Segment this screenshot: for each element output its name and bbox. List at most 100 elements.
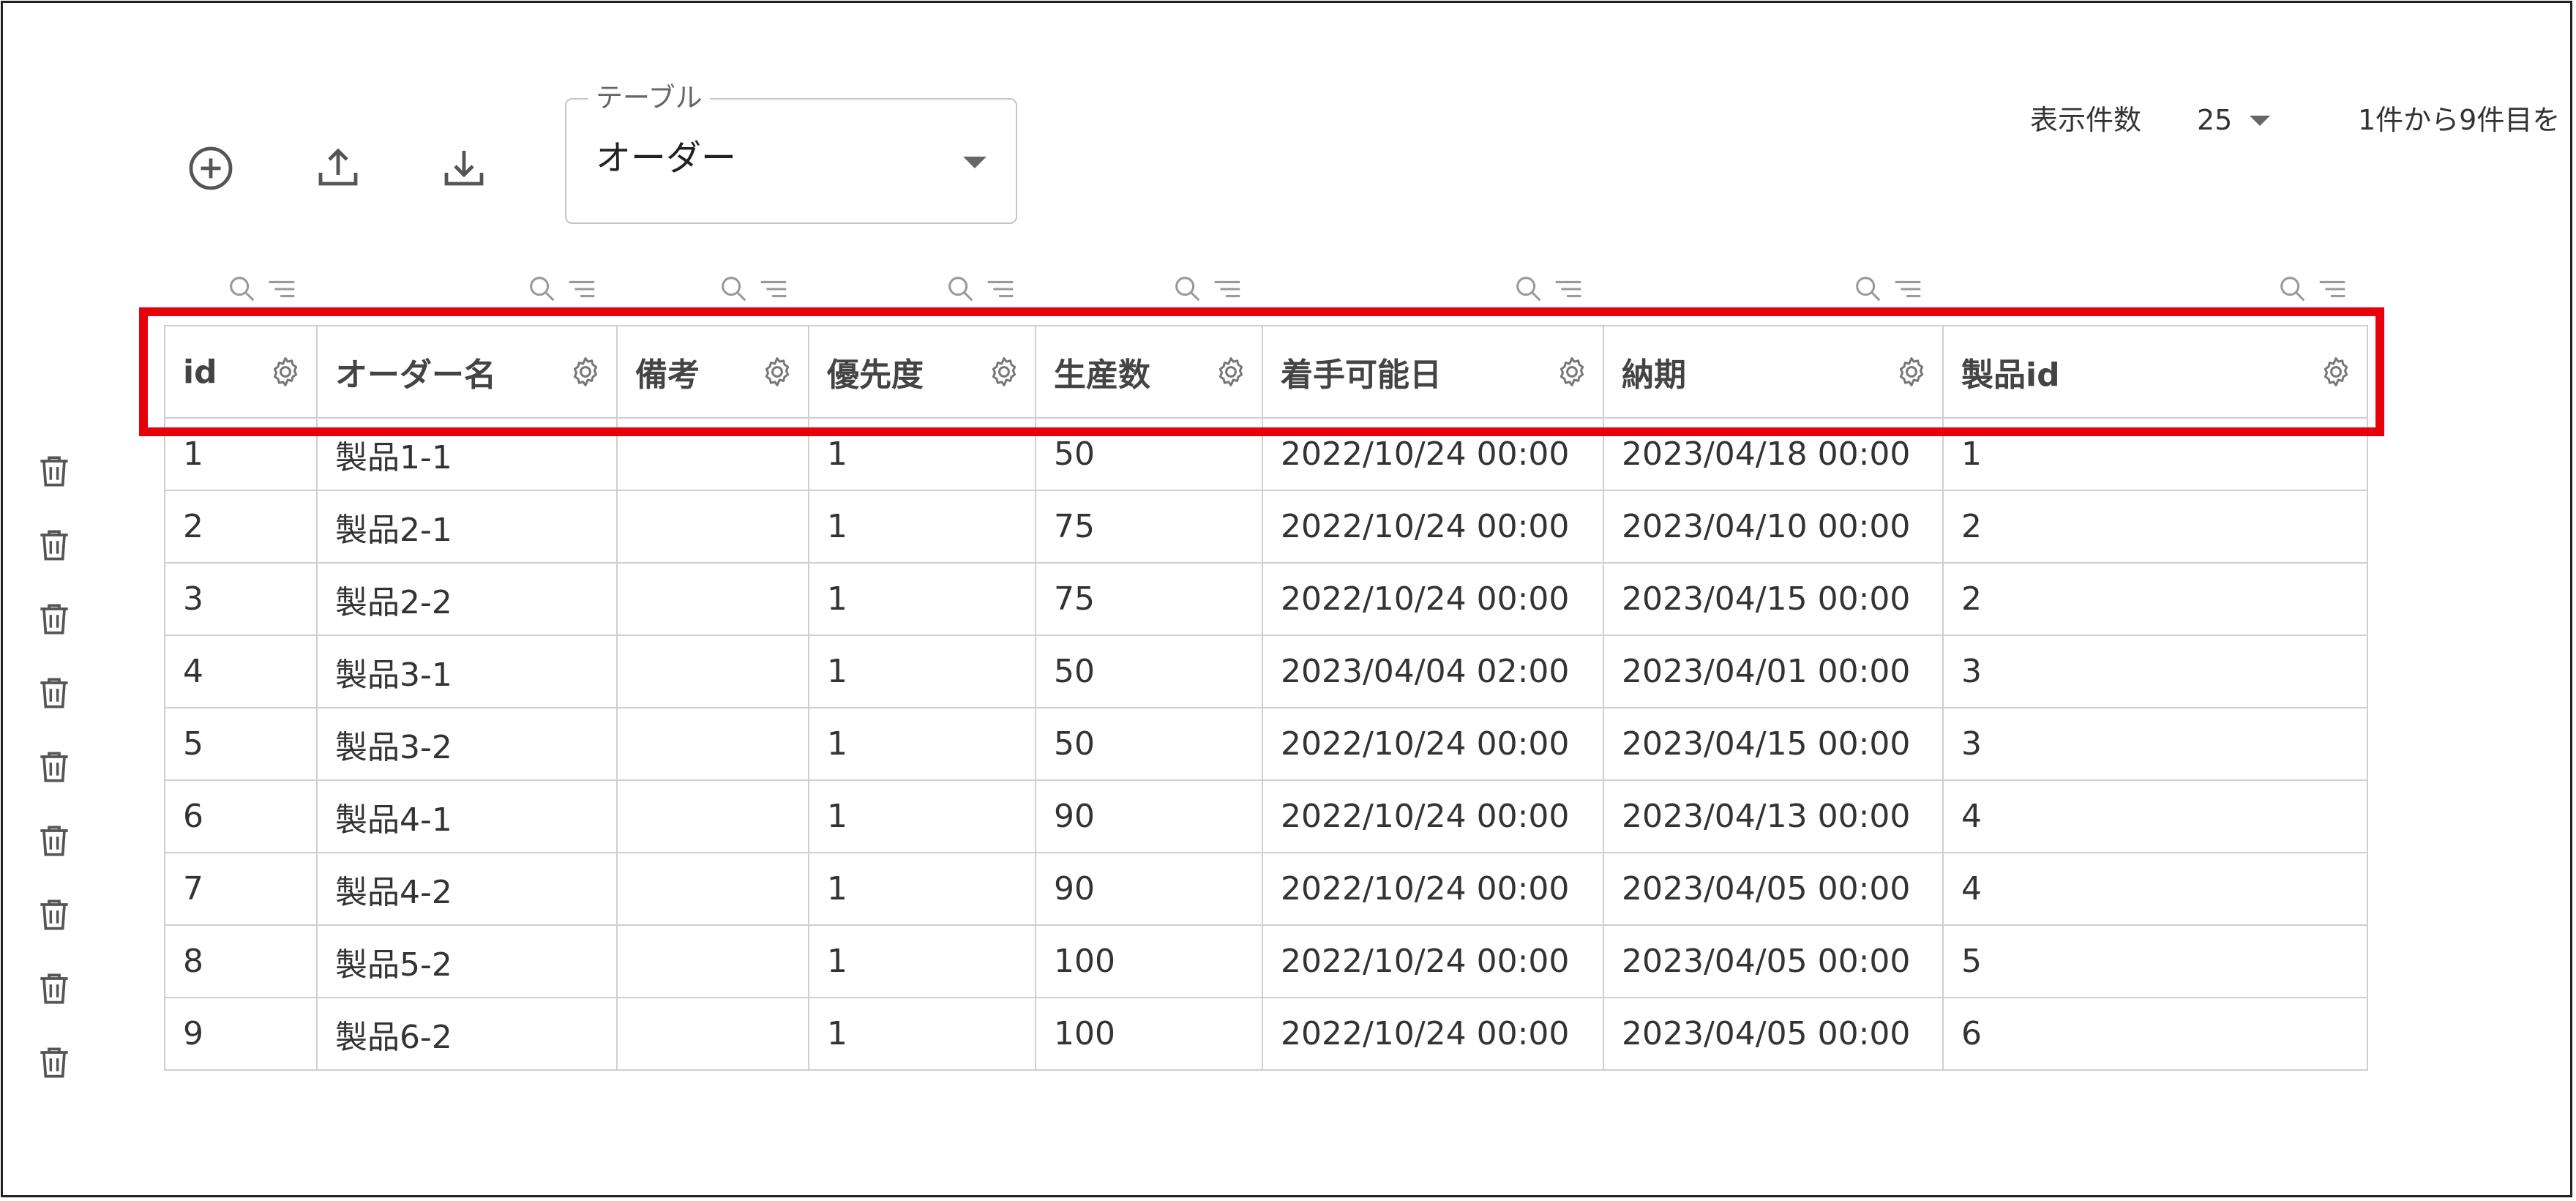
table-cell[interactable]: 50 [1035,707,1263,781]
table-cell[interactable]: 2023/04/15 00:00 [1603,562,1944,636]
delete-row-button[interactable] [34,525,75,566]
table-cell[interactable] [616,779,809,853]
table-cell[interactable]: 3 [1942,635,2368,708]
table-cell[interactable]: 1 [808,997,1036,1071]
table-cell[interactable]: 3 [164,562,318,636]
table-row[interactable]: 9 製品6-2 1 100 2022/10/24 00:00 2023/04/05 00:… [164,997,2368,1071]
table-cell[interactable] [616,562,809,636]
search-icon[interactable] [717,272,751,306]
search-icon[interactable] [225,272,259,306]
table-cell[interactable]: 1 [808,417,1036,491]
table-cell[interactable]: 製品5-2 [316,924,618,998]
gear-icon[interactable] [2318,354,2354,389]
filter-lines-icon[interactable] [1551,272,1585,306]
filter-lines-icon[interactable] [2315,272,2349,306]
table-cell[interactable] [616,707,809,781]
column-header-0[interactable]: id [164,325,318,419]
table-cell[interactable]: 2022/10/24 00:00 [1262,779,1604,853]
filter-lines-icon[interactable] [1891,272,1925,306]
table-cell[interactable]: 2023/04/05 00:00 [1603,852,1944,926]
table-cell[interactable]: 90 [1035,852,1263,926]
column-header-4[interactable]: 生産数 [1035,325,1263,419]
table-row[interactable]: 6 製品4-1 1 90 2022/10/24 00:00 2023/04/13 00:0… [164,779,2368,853]
column-header-7[interactable]: 製品id [1942,325,2368,419]
table-row[interactable]: 7 製品4-2 1 90 2022/10/24 00:00 2023/04/05 00:0… [164,852,2368,926]
table-cell[interactable] [616,490,809,564]
column-header-2[interactable]: 備考 [616,325,809,419]
table-cell[interactable]: 2 [1942,562,2368,636]
table-row[interactable]: 8 製品5-2 1 100 2022/10/24 00:00 2023/04/05 00:… [164,924,2368,998]
delete-row-button[interactable] [34,820,75,861]
table-cell[interactable]: 75 [1035,490,1263,564]
table-cell[interactable]: 2022/10/24 00:00 [1262,852,1604,926]
table-row[interactable]: 3 製品2-2 1 75 2022/10/24 00:00 2023/04/15 00:0… [164,562,2368,636]
table-cell[interactable]: 製品1-1 [316,417,618,491]
table-cell[interactable]: 2022/10/24 00:00 [1262,924,1604,998]
table-row[interactable]: 5 製品3-2 1 50 2022/10/24 00:00 2023/04/15 00:0… [164,707,2368,781]
table-cell[interactable]: 2023/04/10 00:00 [1603,490,1944,564]
filter-lines-icon[interactable] [265,272,299,306]
column-header-5[interactable]: 着手可能日 [1262,325,1604,419]
table-cell[interactable]: 2022/10/24 00:00 [1262,417,1604,491]
filter-lines-icon[interactable] [984,272,1017,306]
table-cell[interactable]: 3 [1942,707,2368,781]
filter-lines-icon[interactable] [757,272,790,306]
table-cell[interactable]: 4 [1942,779,2368,853]
table-cell[interactable]: 2023/04/15 00:00 [1603,707,1944,781]
table-cell[interactable]: 6 [164,779,318,853]
table-cell[interactable]: 8 [164,924,318,998]
table-cell[interactable] [616,635,809,708]
table-cell[interactable]: 1 [808,852,1036,926]
table-row[interactable]: 1 製品1-1 1 50 2022/10/24 00:00 2023/04/18 00:0… [164,417,2368,491]
table-cell[interactable]: 1 [808,635,1036,708]
gear-icon[interactable] [568,354,603,389]
table-cell[interactable]: 1 [808,490,1036,564]
gear-icon[interactable] [1554,354,1590,389]
table-cell[interactable] [616,997,809,1071]
search-icon[interactable] [944,272,978,306]
delete-row-button[interactable] [34,968,75,1009]
table-cell[interactable]: 5 [1942,924,2368,998]
table-cell[interactable]: 9 [164,997,318,1071]
page-size-select[interactable]: 25 [2197,101,2232,139]
table-cell[interactable]: 100 [1035,997,1263,1071]
filter-lines-icon[interactable] [1210,272,1244,306]
table-cell[interactable]: 2 [1942,490,2368,564]
gear-icon[interactable] [1894,354,1929,389]
table-cell[interactable]: 1 [808,924,1036,998]
table-cell[interactable]: 5 [164,707,318,781]
table-cell[interactable]: 2022/10/24 00:00 [1262,562,1604,636]
page-size-caret-icon[interactable] [2250,116,2270,126]
table-cell[interactable]: 製品3-2 [316,707,618,781]
table-cell[interactable]: 2022/10/24 00:00 [1262,997,1604,1071]
table-cell[interactable]: 1 [808,779,1036,853]
table-cell[interactable]: 2023/04/13 00:00 [1603,779,1944,853]
column-header-6[interactable]: 納期 [1603,325,1944,419]
search-icon[interactable] [1852,272,1885,306]
table-cell[interactable]: 製品3-1 [316,635,618,708]
table-row[interactable]: 4 製品3-1 1 50 2023/04/04 02:00 2023/04/01 00:0… [164,635,2368,708]
table-cell[interactable]: 6 [1942,997,2368,1071]
filter-lines-icon[interactable] [565,272,599,306]
gear-icon[interactable] [1213,354,1248,389]
table-cell[interactable] [616,852,809,926]
search-icon[interactable] [1171,272,1205,306]
table-cell[interactable] [616,417,809,491]
delete-row-button[interactable] [34,747,75,787]
table-cell[interactable]: 製品2-1 [316,490,618,564]
gear-icon[interactable] [268,354,303,389]
table-cell[interactable]: 50 [1035,417,1263,491]
table-cell[interactable] [616,924,809,998]
table-cell[interactable]: 2022/10/24 00:00 [1262,490,1604,564]
table-cell[interactable]: 製品4-1 [316,779,618,853]
delete-row-button[interactable] [34,673,75,714]
download-button[interactable] [435,139,493,198]
table-cell[interactable]: 製品6-2 [316,997,618,1071]
delete-row-button[interactable] [34,894,75,935]
table-cell[interactable]: 4 [1942,852,2368,926]
table-cell[interactable]: 2023/04/05 00:00 [1603,924,1944,998]
gear-icon[interactable] [760,354,795,389]
search-icon[interactable] [2276,272,2310,306]
table-cell[interactable]: 100 [1035,924,1263,998]
table-cell[interactable]: 4 [164,635,318,708]
